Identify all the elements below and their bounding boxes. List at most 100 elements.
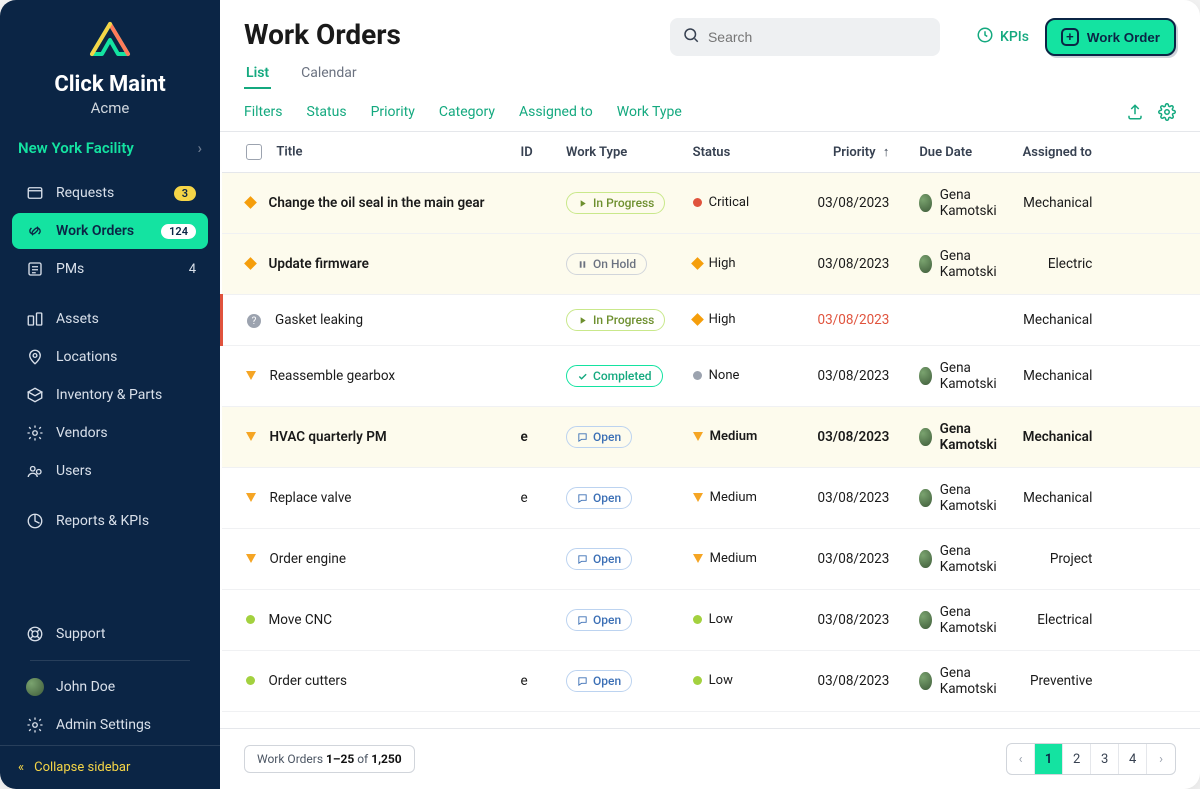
sidebar-item-assets[interactable]: Assets (12, 301, 208, 337)
category-cell: Mechanical (1013, 407, 1113, 468)
due-date: 03/08/2023 (786, 712, 909, 729)
settings-icon[interactable] (1158, 103, 1176, 121)
col-id[interactable]: ID (510, 132, 556, 173)
table-row[interactable]: Reassemble gearbox Completed None 03/08/… (222, 346, 1200, 407)
search-box[interactable] (670, 18, 940, 56)
priority-indicator-icon (246, 673, 255, 689)
assignee-cell: Gena Kamotski (919, 482, 1002, 514)
avatar-icon (919, 194, 931, 212)
facility-selector[interactable]: New York Facility › (0, 125, 220, 171)
sidebar-item-label: Assets (56, 311, 99, 327)
sidebar-item-inventory-parts[interactable]: Inventory & Parts (12, 377, 208, 413)
view-tabs: List Calendar (244, 59, 401, 89)
row-title: Update firmware (269, 256, 369, 272)
due-date: 03/08/2023 (786, 468, 909, 529)
lifebuoy-icon (24, 625, 46, 643)
table-row[interactable]: Move CNC Open Low 03/08/2023 Gena Kamots… (222, 590, 1200, 651)
search-input[interactable] (708, 29, 928, 45)
tenant-name: Acme (16, 99, 204, 117)
sidebar-item-requests[interactable]: Requests3 (12, 175, 208, 211)
row-title: Replace valve (270, 490, 352, 506)
nav-icon (24, 424, 46, 442)
topbar: Work Orders List Calendar (220, 0, 1200, 89)
select-all-checkbox[interactable] (246, 144, 262, 160)
sidebar-item-support[interactable]: Support (12, 616, 208, 652)
priority-indicator-icon (246, 612, 255, 628)
category-cell: Electrical (1013, 590, 1113, 651)
page-1[interactable]: 1 (1035, 744, 1063, 774)
due-date: 03/08/2023 (786, 407, 909, 468)
filter-priority[interactable]: Priority (371, 104, 415, 120)
assignee-cell: Gena Kamotski (919, 665, 1002, 697)
table-row[interactable]: Order engine Open Medium 03/08/2023 Gena… (222, 529, 1200, 590)
filter-assigned[interactable]: Assigned to (519, 104, 593, 120)
filter-category[interactable]: Category (439, 104, 495, 120)
nav-icon (24, 462, 46, 480)
kpis-link[interactable]: KPIs (976, 26, 1029, 48)
tab-list[interactable]: List (244, 59, 271, 89)
sidebar-item-label: Work Orders (56, 223, 134, 239)
priority-cell: Medium (693, 490, 757, 505)
assignee-cell: Gena Kamotski (919, 421, 1002, 453)
status-badge: On Hold (566, 253, 647, 275)
logo-area: Click Maint Acme (0, 0, 220, 125)
sidebar-item-work-orders[interactable]: Work Orders124 (12, 213, 208, 249)
sidebar-item-admin[interactable]: Admin Settings (12, 707, 208, 743)
row-id (510, 234, 556, 295)
col-title[interactable]: Title (222, 132, 511, 173)
col-assigned[interactable]: Assigned to (1013, 132, 1113, 173)
status-badge: Completed (566, 365, 663, 387)
col-status[interactable]: Status (683, 132, 787, 173)
row-count: Work Orders 1–25 of 1,250 (244, 745, 415, 773)
page-next[interactable]: › (1147, 744, 1175, 774)
pagination: ‹ 1 2 3 4 › (1006, 743, 1176, 775)
page-4[interactable]: 4 (1119, 744, 1147, 774)
table-row[interactable]: Order cutters e Open Low 03/08/2023 Gena… (222, 651, 1200, 712)
table-row[interactable]: ?Gasket leaking In Progress High 03/08/2… (222, 295, 1200, 346)
page-prev[interactable]: ‹ (1007, 744, 1035, 774)
nav-icon (24, 310, 46, 328)
facility-label: New York Facility (18, 139, 134, 157)
row-id: e (510, 468, 556, 529)
sidebar-item-label: Admin Settings (56, 717, 151, 733)
category-cell: Electric (1013, 234, 1113, 295)
due-date: 03/08/2023 (786, 346, 909, 407)
nav-icon (24, 386, 46, 404)
category-cell: Preventive (1013, 651, 1113, 712)
sidebar-item-user[interactable]: John Doe (12, 669, 208, 705)
table-row[interactable]: Planned maintenance of the loader Open L… (222, 712, 1200, 729)
nav-icon (24, 512, 46, 530)
avatar-icon (919, 550, 931, 568)
new-work-order-button[interactable]: + Work Order (1045, 18, 1176, 56)
assignee-cell: Gena Kamotski (919, 360, 1002, 392)
page-3[interactable]: 3 (1091, 744, 1119, 774)
sidebar-item-pms[interactable]: PMs4 (12, 251, 208, 287)
priority-indicator-icon (246, 256, 255, 272)
col-priority[interactable]: Priority ↑ (786, 132, 909, 173)
col-due[interactable]: Due Date (909, 132, 1012, 173)
filter-filters[interactable]: Filters (244, 104, 283, 120)
table-row[interactable]: Change the oil seal in the main gear In … (222, 173, 1200, 234)
assignee-cell: Gena Kamotski (919, 604, 1002, 636)
table-row[interactable]: Replace valve e Open Medium 03/08/2023 G… (222, 468, 1200, 529)
collapse-sidebar[interactable]: « Collapse sidebar (0, 745, 220, 789)
sidebar-item-reports-kpis[interactable]: Reports & KPIs (12, 503, 208, 539)
table-row[interactable]: HVAC quarterly PM e Open Medium 03/08/20… (222, 407, 1200, 468)
col-work-type[interactable]: Work Type (556, 132, 683, 173)
row-id (510, 346, 556, 407)
table-row[interactable]: Update firmware On Hold High 03/08/2023 … (222, 234, 1200, 295)
sidebar-item-label: John Doe (56, 679, 115, 695)
export-icon[interactable] (1126, 103, 1144, 121)
due-date: 03/08/2023 (786, 295, 909, 346)
sidebar-item-users[interactable]: Users (12, 453, 208, 489)
sidebar-item-label: Support (56, 626, 105, 642)
filter-status[interactable]: Status (307, 104, 347, 120)
filter-worktype[interactable]: Work Type (617, 104, 682, 120)
page-title: Work Orders (244, 18, 401, 51)
sidebar-item-vendors[interactable]: Vendors (12, 415, 208, 451)
due-date: 03/08/2023 (786, 651, 909, 712)
sidebar-item-locations[interactable]: Locations (12, 339, 208, 375)
page-2[interactable]: 2 (1063, 744, 1091, 774)
priority-cell: None (693, 368, 740, 383)
tab-calendar[interactable]: Calendar (299, 59, 359, 89)
